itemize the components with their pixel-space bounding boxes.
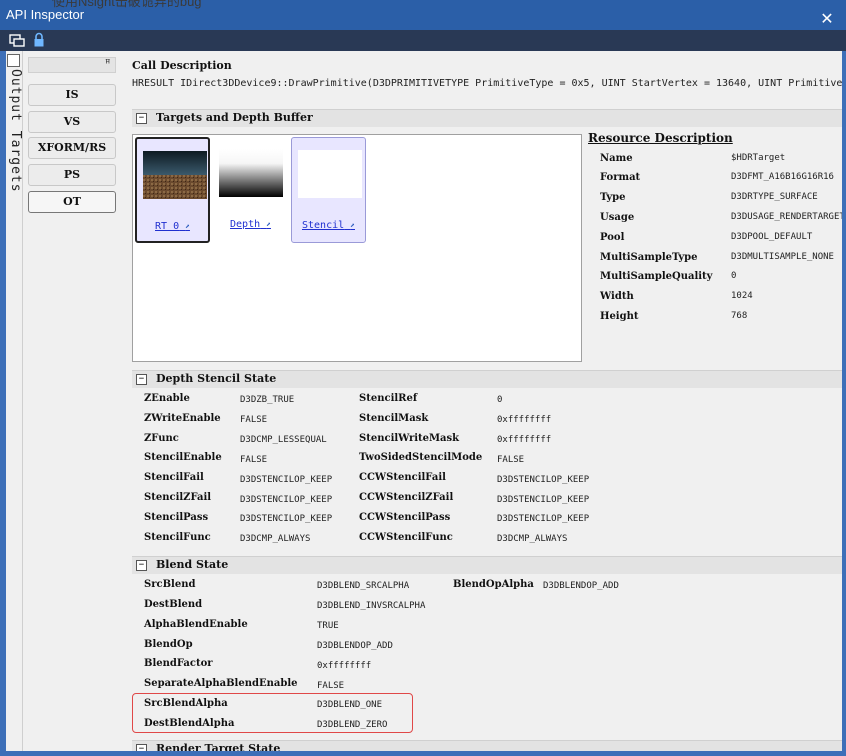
ds-prop-name: StencilRef xyxy=(359,393,418,404)
blend-prop-name: SrcBlend xyxy=(144,579,196,590)
ds-prop-name: StencilFail xyxy=(144,472,204,483)
blend-prop-value: D3DBLEND_INVSRCALPHA xyxy=(317,601,426,611)
ds-prop-value: D3DSTENCILOP_KEEP xyxy=(240,495,333,505)
blend-prop-value: FALSE xyxy=(317,681,345,691)
blend-prop-name: BlendOpAlpha xyxy=(453,579,534,590)
blend-prop-name: AlphaBlendEnable xyxy=(144,619,248,630)
blend-prop-name: SeparateAlphaBlendEnable xyxy=(144,678,298,689)
ds-prop-value: D3DSTENCILOP_KEEP xyxy=(497,495,590,505)
lock-icon[interactable] xyxy=(31,32,47,48)
call-description-heading: Call Description xyxy=(132,59,232,72)
sidebar-header: ꟸ xyxy=(28,57,116,73)
resource-description-heading: Resource Description xyxy=(588,131,733,145)
rt0-thumbnail xyxy=(143,151,207,199)
highlight-box xyxy=(132,693,413,733)
title-bar: 使用Nsight击破诡异的bug API Inspector ✕ xyxy=(0,0,846,30)
target-link-stencil[interactable]: Stencil ⬈ xyxy=(292,220,365,231)
ds-prop-name: CCWStencilZFail xyxy=(359,492,454,503)
ds-prop-name: StencilZFail xyxy=(144,492,212,503)
ds-prop-name: StencilEnable xyxy=(144,452,222,463)
section-title: Targets and Depth Buffer xyxy=(156,111,313,124)
stencil-thumbnail xyxy=(298,150,362,198)
ds-prop-name: CCWStencilFail xyxy=(359,472,446,483)
window-title: API Inspector xyxy=(6,7,85,22)
ds-prop-name: ZEnable xyxy=(144,393,190,404)
stage-button-vs[interactable]: VS xyxy=(28,111,116,133)
blend-prop-name: BlendOp xyxy=(144,639,193,650)
ds-prop-name: ZWriteEnable xyxy=(144,413,221,424)
section-blend-state[interactable]: − Blend State xyxy=(132,556,842,574)
section-targets-and-depth-buffer[interactable]: − Targets and Depth Buffer xyxy=(132,109,842,127)
blend-prop-value: D3DBLENDOP_ADD xyxy=(543,581,619,591)
ds-prop-value: D3DSTENCILOP_KEEP xyxy=(497,475,590,485)
blend-prop-value: 0xffffffff xyxy=(317,661,372,671)
ds-prop-value: D3DSTENCILOP_KEEP xyxy=(497,514,590,524)
blend-prop-value: D3DBLEND_SRCALPHA xyxy=(317,581,410,591)
blend-prop-name: BlendFactor xyxy=(144,658,213,669)
target-card-rt0[interactable]: RT 0 ⬈ xyxy=(135,137,210,243)
collapse-toggle-icon[interactable]: − xyxy=(136,113,147,124)
ds-prop-name: CCWStencilFunc xyxy=(359,532,453,543)
collapse-toggle-icon[interactable]: − xyxy=(136,560,147,571)
tab-output-targets[interactable]: Output Targets xyxy=(8,69,23,193)
section-title: Render Target State xyxy=(156,742,281,751)
target-link-depth[interactable]: Depth ⬈ xyxy=(213,219,288,230)
inspector-content: Output Targets ꟸ IS VS XFORM/RS PS OT Ca… xyxy=(6,51,842,751)
section-title: Depth Stencil State xyxy=(156,372,277,385)
section-render-target-state[interactable]: − Render Target State xyxy=(132,740,842,751)
ds-prop-name: ZFunc xyxy=(144,433,179,444)
ds-prop-value: FALSE xyxy=(240,455,268,465)
blend-prop-value: D3DBLENDOP_ADD xyxy=(317,641,393,651)
ds-prop-value: D3DZB_TRUE xyxy=(240,395,295,405)
toolbar xyxy=(0,30,846,51)
vertical-tab-panel: Output Targets xyxy=(6,51,23,751)
call-description-text: HRESULT IDirect3DDevice9::DrawPrimitive(… xyxy=(132,78,842,89)
ds-prop-value: 0xffffffff xyxy=(497,435,552,445)
ds-prop-name: CCWStencilPass xyxy=(359,512,451,523)
ds-prop-name: StencilFunc xyxy=(144,532,211,543)
ds-prop-value: 0xffffffff xyxy=(497,415,552,425)
ds-prop-name: TwoSidedStencilMode xyxy=(359,452,483,463)
ds-prop-name: StencilMask xyxy=(359,413,429,424)
collapse-toggle-icon[interactable]: − xyxy=(136,744,147,751)
stage-button-xform-rs[interactable]: XFORM/RS xyxy=(28,137,116,159)
ds-prop-value: FALSE xyxy=(497,455,525,465)
collapse-toggle-icon[interactable]: − xyxy=(136,374,147,385)
ds-prop-value: D3DCMP_LESSEQUAL xyxy=(240,435,327,445)
targets-list: RT 0 ⬈ Depth ⬈ Stencil ⬈ xyxy=(132,134,582,362)
panel-icon xyxy=(7,54,20,67)
ds-prop-value: D3DCMP_ALWAYS xyxy=(240,534,311,544)
ds-prop-name: StencilWriteMask xyxy=(359,433,460,444)
target-link-rt0[interactable]: RT 0 ⬈ xyxy=(137,221,208,232)
stage-button-ot[interactable]: OT xyxy=(28,191,116,213)
ds-prop-value: D3DSTENCILOP_KEEP xyxy=(240,475,333,485)
blend-prop-name: DestBlend xyxy=(144,599,203,610)
main-panel: Call Description HRESULT IDirect3DDevice… xyxy=(132,51,842,751)
stage-button-is[interactable]: IS xyxy=(28,84,116,106)
blend-prop-value: TRUE xyxy=(317,621,339,631)
target-card-depth[interactable]: Depth ⬈ xyxy=(213,137,288,243)
close-icon[interactable]: ✕ xyxy=(816,9,838,29)
pin-icon[interactable]: ꟸ xyxy=(104,57,111,70)
ds-prop-value: D3DSTENCILOP_KEEP xyxy=(240,514,333,524)
ds-prop-value: FALSE xyxy=(240,415,268,425)
depth-thumbnail xyxy=(219,149,283,197)
ds-prop-name: StencilPass xyxy=(144,512,209,523)
window-layout-icon[interactable] xyxy=(9,32,25,48)
stage-button-ps[interactable]: PS xyxy=(28,164,116,186)
section-depth-stencil-state[interactable]: − Depth Stencil State xyxy=(132,370,842,388)
target-card-stencil[interactable]: Stencil ⬈ xyxy=(291,137,366,243)
ds-prop-value: 0 xyxy=(497,395,503,405)
section-title: Blend State xyxy=(156,558,229,571)
ds-prop-value: D3DCMP_ALWAYS xyxy=(497,534,568,544)
